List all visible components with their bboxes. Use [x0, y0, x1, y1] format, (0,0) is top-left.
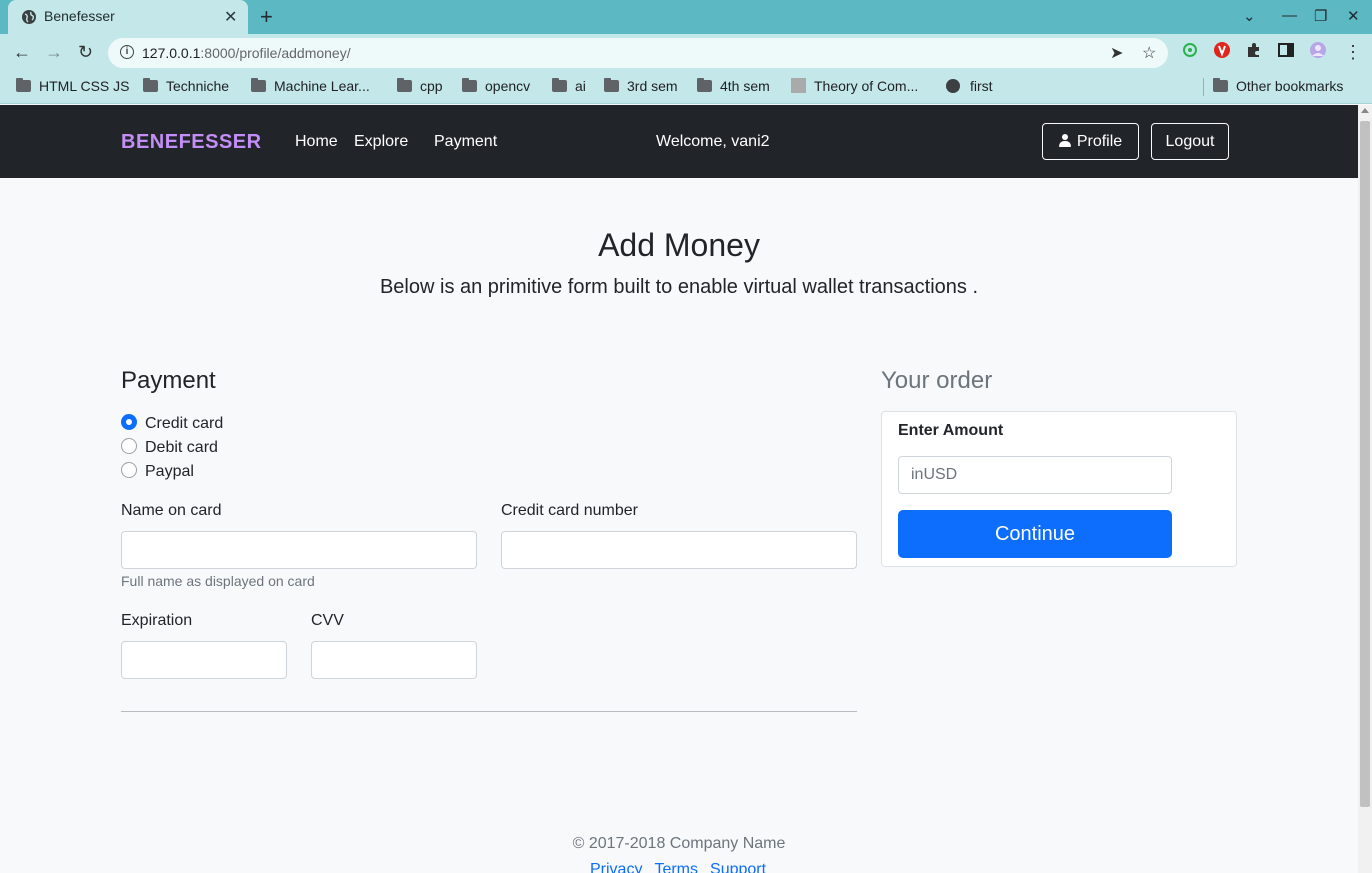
bookmark-star-icon[interactable]: ☆: [1142, 43, 1156, 63]
folder-icon: [397, 78, 412, 92]
page-subtitle: Below is an primitive form built to enab…: [379, 276, 979, 298]
folder-icon: [143, 78, 158, 92]
globe-icon: [946, 79, 960, 93]
bookmark-folder[interactable]: ai: [552, 78, 586, 94]
radio-credit-card[interactable]: Credit card: [121, 414, 223, 433]
bookmark-folder[interactable]: HTML CSS JS: [16, 78, 130, 94]
folder-icon: [697, 78, 712, 92]
radio-button[interactable]: [121, 438, 137, 454]
radio-debit-card[interactable]: Debit card: [121, 438, 218, 457]
nav-explore[interactable]: Explore: [354, 133, 408, 151]
page-title: Add Money: [598, 227, 760, 263]
name-on-card-input[interactable]: [121, 531, 477, 569]
folder-icon: [552, 78, 567, 92]
forward-icon[interactable]: →: [45, 42, 63, 63]
reload-icon[interactable]: ↻: [78, 42, 93, 63]
bookmarks-bar: HTML CSS JS Techniche Machine Lear... cp…: [0, 72, 1372, 104]
order-card: Enter Amount Continue: [881, 411, 1237, 567]
nav-home[interactable]: Home: [295, 133, 338, 151]
cvv-input[interactable]: [311, 641, 477, 679]
footer-copyright: © 2017-2018 Company Name: [572, 835, 786, 852]
footer-terms-link[interactable]: Terms: [654, 861, 698, 873]
profile-button[interactable]: Profile: [1042, 123, 1139, 160]
new-tab-icon[interactable]: +: [260, 4, 273, 30]
card-number-input[interactable]: [501, 531, 857, 569]
minimize-icon[interactable]: —: [1282, 7, 1297, 24]
globe-icon: [22, 10, 36, 24]
bookmark-link[interactable]: Theory of Com...: [791, 78, 918, 94]
amount-input[interactable]: [898, 456, 1172, 494]
address-bar[interactable]: i 127.0.0.1:8000/profile/addmoney/ ➤ ☆: [108, 38, 1168, 68]
scrollbar-thumb[interactable]: [1360, 121, 1370, 807]
extension-red-icon[interactable]: [1213, 41, 1231, 59]
amount-label: Enter Amount: [898, 422, 1004, 439]
bookmark-folder[interactable]: Techniche: [143, 78, 229, 94]
expiration-input[interactable]: [121, 641, 287, 679]
site-navbar: BENEFESSER Home Explore Payment Welcome,…: [0, 105, 1358, 178]
bookmark-link[interactable]: first: [946, 78, 993, 94]
profile-label: Profile: [1076, 133, 1123, 150]
brand-logo[interactable]: BENEFESSER: [121, 131, 262, 154]
bookmark-folder[interactable]: 4th sem: [697, 78, 770, 94]
folder-icon: [604, 78, 619, 92]
footer-links: Privacy Terms Support: [590, 861, 778, 873]
page-icon: [791, 78, 806, 93]
folder-icon: [16, 78, 31, 92]
expiration-label: Expiration: [121, 612, 193, 629]
bookmark-folder[interactable]: Machine Lear...: [251, 78, 370, 94]
extension-green-icon[interactable]: [1181, 41, 1199, 59]
person-icon: [1058, 134, 1071, 147]
radio-button[interactable]: [121, 462, 137, 478]
folder-icon: [462, 78, 477, 92]
send-icon[interactable]: ➤: [1110, 43, 1123, 63]
tab-search-icon[interactable]: ⌄: [1243, 7, 1256, 25]
footer-privacy-link[interactable]: Privacy: [590, 861, 642, 873]
tab-title: Benefesser: [44, 8, 115, 24]
extensions-puzzle-icon[interactable]: [1245, 41, 1263, 59]
profile-avatar-icon[interactable]: [1309, 41, 1327, 59]
menu-dots-icon[interactable]: ⋮: [1344, 42, 1362, 63]
side-panel-icon[interactable]: [1277, 41, 1295, 59]
welcome-text: Welcome, vani2: [656, 133, 770, 150]
logout-button[interactable]: Logout: [1151, 123, 1229, 160]
web-page: BENEFESSER Home Explore Payment Welcome,…: [0, 105, 1358, 873]
payment-heading: Payment: [121, 367, 216, 394]
order-heading: Your order: [881, 367, 993, 394]
folder-icon: [251, 78, 266, 92]
folder-icon: [1213, 78, 1228, 92]
continue-button[interactable]: Continue: [898, 510, 1172, 558]
footer-support-link[interactable]: Support: [710, 861, 766, 873]
name-help-text: Full name as displayed on card: [121, 573, 315, 589]
form-divider: [121, 711, 857, 712]
name-on-card-label: Name on card: [121, 502, 222, 519]
cvv-label: CVV: [311, 612, 344, 629]
radio-button[interactable]: [121, 414, 137, 430]
browser-tab-bar: Benefesser ✕ + ⌄ — ❐ ✕: [0, 0, 1372, 34]
close-window-icon[interactable]: ✕: [1347, 7, 1360, 25]
bookmark-folder[interactable]: cpp: [397, 78, 443, 94]
card-number-label: Credit card number: [501, 502, 638, 519]
close-tab-icon[interactable]: ✕: [224, 7, 237, 27]
bookmarks-divider: [1203, 78, 1204, 96]
back-icon[interactable]: ←: [13, 42, 31, 63]
scroll-up-arrow-icon[interactable]: [1361, 108, 1369, 113]
restore-icon[interactable]: ❐: [1314, 7, 1327, 25]
bookmark-folder[interactable]: 3rd sem: [604, 78, 678, 94]
nav-payment[interactable]: Payment: [434, 133, 497, 151]
info-icon[interactable]: i: [120, 45, 134, 59]
url-text: 127.0.0.1:8000/profile/addmoney/: [142, 45, 351, 61]
bookmark-folder[interactable]: opencv: [462, 78, 530, 94]
browser-toolbar: ← → ↻ i 127.0.0.1:8000/profile/addmoney/…: [0, 34, 1372, 72]
other-bookmarks[interactable]: Other bookmarks: [1213, 78, 1343, 94]
page-scrollbar[interactable]: [1358, 105, 1372, 873]
browser-tab[interactable]: Benefesser ✕: [8, 0, 248, 34]
radio-paypal[interactable]: Paypal: [121, 462, 194, 481]
